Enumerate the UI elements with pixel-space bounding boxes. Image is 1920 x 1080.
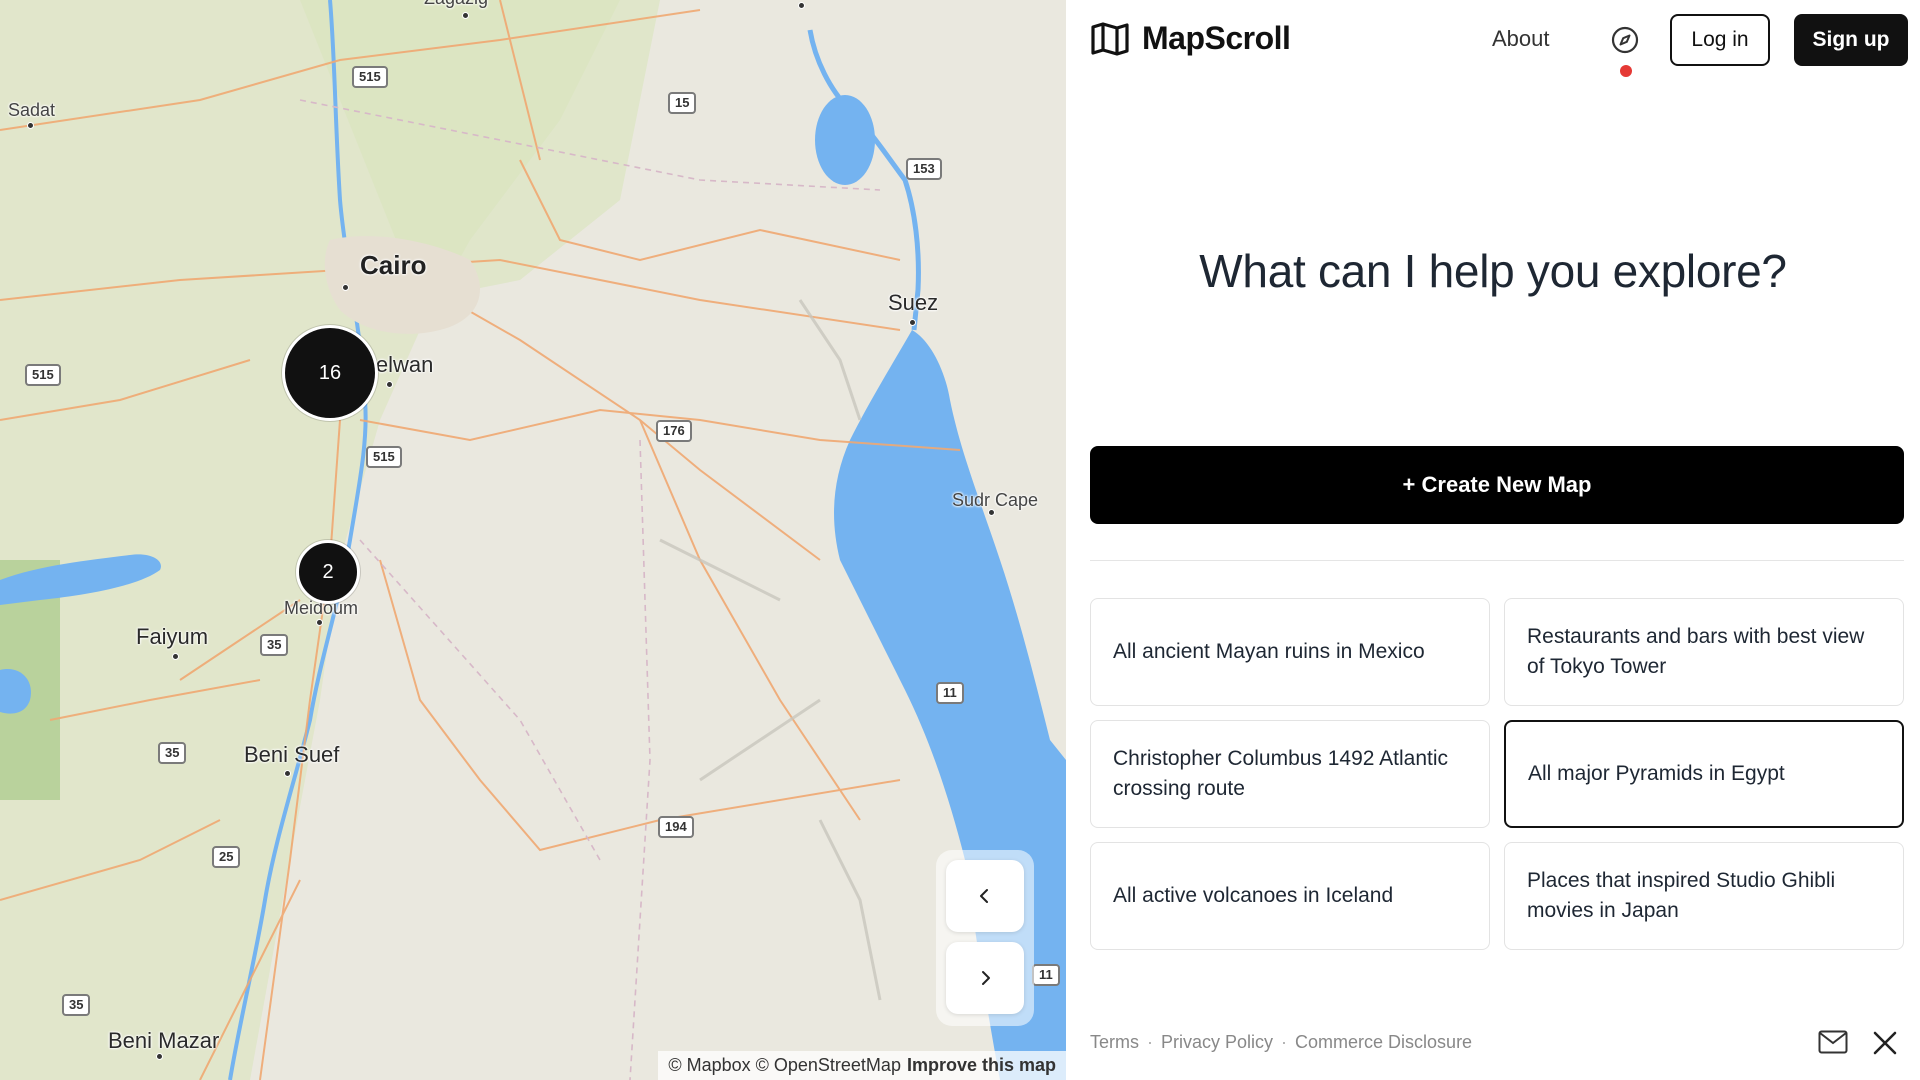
signup-button[interactable]: Sign up	[1794, 14, 1908, 66]
mail-icon[interactable]	[1818, 1030, 1848, 1054]
improve-map-link[interactable]: Improve this map	[907, 1055, 1056, 1075]
about-link[interactable]: About	[1492, 26, 1550, 52]
place-dot	[798, 2, 805, 9]
divider	[1090, 560, 1904, 561]
commerce-disclosure-link[interactable]: Commerce Disclosure	[1295, 1032, 1472, 1053]
place-dot	[462, 12, 469, 19]
place-label-zagazig: Zagazig	[424, 0, 488, 9]
x-twitter-icon[interactable]	[1872, 1030, 1898, 1056]
prev-button[interactable]	[946, 860, 1024, 932]
hero-title: What can I help you explore?	[1199, 245, 1787, 297]
road-shield: 11	[1032, 964, 1060, 986]
place-dot	[172, 653, 179, 660]
suggestion-card[interactable]: All ancient Mayan ruins in Mexico	[1090, 598, 1490, 706]
place-label-faiyum: Faiyum	[136, 624, 209, 649]
place-dot	[284, 770, 291, 777]
place-label-suez: Suez	[888, 290, 939, 315]
road-shield: 35	[260, 634, 289, 656]
road-shield: 176	[656, 420, 692, 442]
road-shield: 194	[658, 816, 694, 838]
compass-icon[interactable]	[1610, 25, 1640, 55]
road-shield: 515	[366, 446, 402, 468]
create-new-map-button[interactable]: + Create New Map	[1090, 446, 1904, 524]
footer-separator: ·	[1147, 1032, 1153, 1052]
road-shield: 25	[212, 846, 241, 868]
chevron-right-icon	[982, 971, 990, 985]
map-canvas[interactable]: Zagazig Sadat Cairo Helwan Suez Sudr Cap…	[0, 0, 1066, 1080]
place-dot	[909, 319, 916, 326]
login-button[interactable]: Log in	[1670, 14, 1770, 66]
place-label-cairo: Cairo	[360, 250, 427, 280]
map-attribution: © Mapbox © OpenStreetMap Improve this map	[658, 1051, 1066, 1080]
place-dot	[156, 1053, 163, 1060]
suggestion-card[interactable]: Christopher Columbus 1492 Atlantic cross…	[1090, 720, 1490, 828]
header: MapScroll About Log in Sign up	[1066, 0, 1920, 80]
place-dot	[386, 381, 393, 388]
place-dot	[342, 284, 349, 291]
footer-separator: ·	[1281, 1032, 1288, 1052]
notification-dot	[1620, 65, 1632, 77]
place-label-sadat: Sadat	[8, 100, 56, 120]
place-dot	[27, 122, 34, 129]
suggestion-grid: All ancient Mayan ruins in Mexico Restau…	[1090, 598, 1906, 950]
map-cluster-marker[interactable]: 2	[296, 540, 360, 604]
footer: Terms · Privacy Policy · Commerce Disclo…	[1090, 1032, 1472, 1053]
suggestion-card[interactable]: All active volcanoes in Iceland	[1090, 842, 1490, 950]
suggestion-card-selected[interactable]: All major Pyramids in Egypt	[1504, 720, 1904, 828]
road-shield: 11	[936, 682, 964, 704]
side-panel: MapScroll About Log in Sign up What can …	[1066, 0, 1920, 1080]
place-dot	[316, 619, 323, 626]
place-label-sudr-cape: Sudr Cape	[952, 490, 1039, 510]
map-logo-icon	[1091, 21, 1129, 56]
terms-link[interactable]: Terms	[1090, 1032, 1139, 1053]
road-shield: 153	[906, 158, 942, 180]
suggestion-card[interactable]: Restaurants and bars with best view of T…	[1504, 598, 1904, 706]
place-label-beni-suef: Beni Suef	[244, 742, 340, 767]
suggestion-card[interactable]: Places that inspired Studio Ghibli movie…	[1504, 842, 1904, 950]
place-label-beni-mazar: Beni Mazar	[108, 1028, 220, 1053]
road-shield: 35	[62, 994, 91, 1016]
road-shield: 15	[668, 92, 697, 114]
road-shield: 515	[352, 66, 388, 88]
road-shield: 515	[25, 364, 61, 386]
map-cluster-marker[interactable]: 16	[282, 325, 378, 421]
privacy-policy-link[interactable]: Privacy Policy	[1161, 1032, 1273, 1053]
place-dot	[988, 509, 995, 516]
logo-text: MapScroll	[1142, 20, 1291, 56]
carousel-nav	[936, 850, 1034, 1026]
chevron-left-icon	[980, 889, 988, 903]
next-button[interactable]	[946, 942, 1024, 1014]
attribution-text[interactable]: © Mapbox © OpenStreetMap	[668, 1055, 901, 1075]
road-shield: 35	[158, 742, 187, 764]
logo[interactable]: MapScroll	[1090, 20, 1291, 57]
